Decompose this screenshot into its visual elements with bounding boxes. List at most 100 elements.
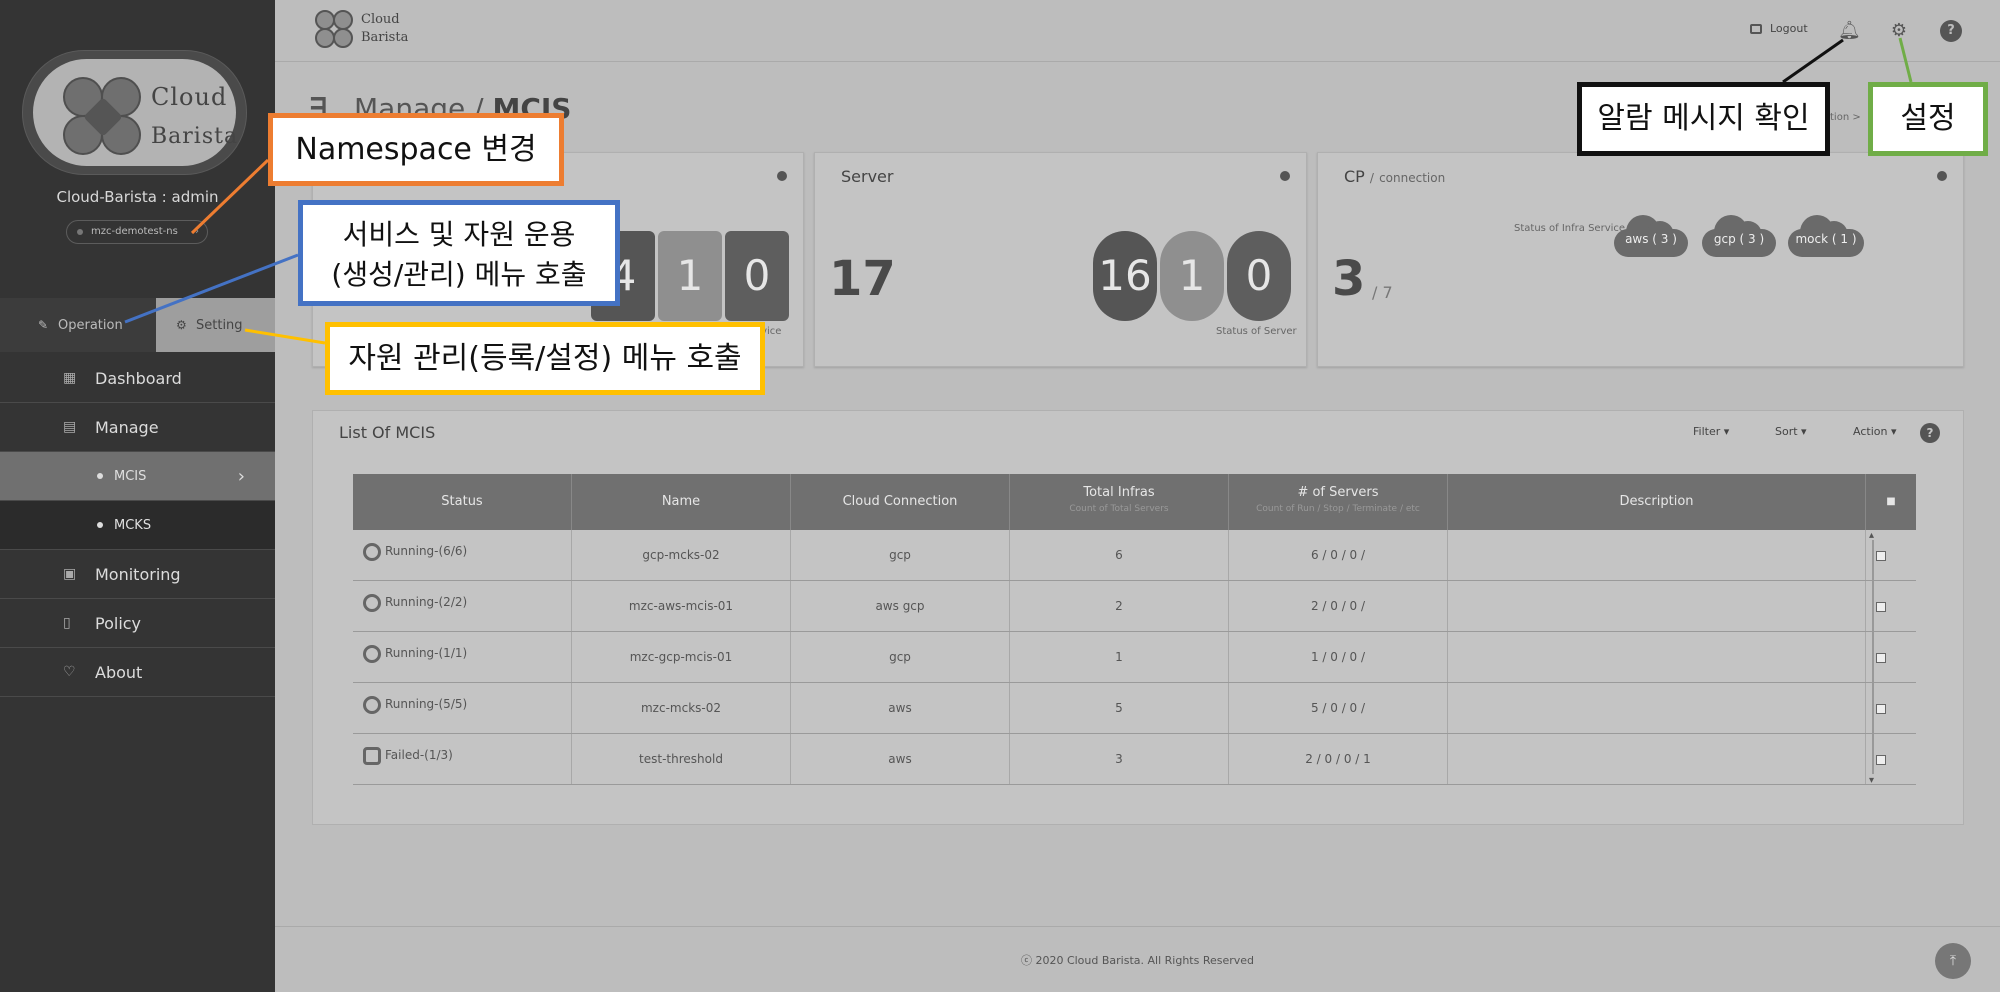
document-icon: ▯ [63,615,71,631]
scroll-track[interactable] [1872,540,1874,774]
infras-cell: 6 [1010,530,1229,580]
header-logo-line1: Cloud [361,12,400,27]
table-row[interactable]: Running-(2/2) mzc-aws-mcis-01 aws gcp 2 … [353,581,1916,632]
select-all-checkbox[interactable]: ■ [1866,474,1916,530]
status-cell: Running-(1/1) [353,632,572,682]
table-row[interactable]: Running-(6/6) gcp-mcks-02 gcp 6 6 / 0 / … [353,530,1916,581]
bullet-icon [97,473,103,479]
status-cell: Running-(2/2) [353,581,572,631]
cloud-cell: aws [791,683,1010,733]
sidebar-item-dashboard[interactable]: ▦ Dashboard [0,354,275,403]
logo-text-line2: Barista [151,124,239,149]
tab-setting[interactable]: ⚙ Setting [156,298,275,352]
status-cell: Running-(5/5) [353,683,572,733]
scroll-top-button[interactable]: ⤒ [1935,943,1971,979]
logo-badge: Cloud Barista [33,59,239,166]
header-logo-line2: Barista [361,30,409,45]
sidebar-item-manage[interactable]: ▤ Manage [0,403,275,452]
table-row[interactable]: Running-(1/1) mzc-gcp-mcis-01 gcp 1 1 / … [353,632,1916,683]
server-terminated-count: 0 [1227,231,1291,321]
col-total-infras-label: Total Infras [1083,485,1155,500]
servers-cell: 6 / 0 / 0 / [1229,530,1448,580]
bell-icon[interactable]: 🔔︎ [1838,20,1861,42]
namespace-value: mzc-demotest-ns [91,226,178,237]
namespace-dot-icon [77,229,83,235]
user-label: Cloud-Barista : admin [56,188,219,206]
servers-cell: 1 / 0 / 0 / [1229,632,1448,682]
description-cell [1448,734,1866,784]
table-row[interactable]: Failed-(1/3) test-threshold aws 3 2 / 0 … [353,734,1916,785]
annotation-operation-line1: 서비스 및 자원 운용 [342,218,576,251]
annotation-alarm: 알람 메시지 확인 [1577,82,1830,156]
action-dropdown[interactable]: Action ▾ [1853,425,1896,438]
sidebar-item-label: About [95,663,143,682]
edit-icon: ✎ [38,318,49,332]
cloud-aws-badge[interactable]: aws ( 3 ) [1614,215,1688,257]
mode-tabs: ✎ Operation ⚙ Setting [0,298,275,352]
cloud-badge-label: gcp ( 3 ) [1713,232,1765,246]
status-text: Failed-(1/3) [385,748,453,762]
heart-icon: ♡ [63,664,76,680]
col-total-infras[interactable]: Total Infras Count of Total Servers [1010,474,1229,530]
name-cell: mzc-mcks-02 [572,683,791,733]
server-status-caption: Status of Server [1216,326,1297,337]
col-description[interactable]: Description [1448,474,1866,530]
sidebar-subitem-mcks[interactable]: MCKS [0,501,275,550]
header-logo[interactable]: Cloud Barista [315,10,415,50]
tab-operation-label: Operation [58,318,123,333]
mcis-terminated-count: 0 [725,231,789,321]
logout-label: Logout [1770,22,1808,35]
infras-cell: 3 [1010,734,1229,784]
col-status[interactable]: Status [353,474,572,530]
sidebar-item-policy[interactable]: ▯ Policy [0,599,275,648]
tab-setting-label: Setting [196,318,243,333]
infras-cell: 5 [1010,683,1229,733]
status-text: Running-(5/5) [385,697,468,711]
infras-cell: 1 [1010,632,1229,682]
cloud-badge-label: aws ( 3 ) [1625,232,1677,246]
server-card-title: Server [841,167,894,186]
tab-operation[interactable]: ✎ Operation [0,298,156,352]
failed-status-icon [363,746,381,765]
sidebar-subitem-mcis[interactable]: MCIS › [0,452,275,501]
sidebar-subitem-label: MCKS [114,518,152,533]
sidebar-menu: ▦ Dashboard ▤ Manage MCIS › MCKS ▣ Monitori… [0,354,275,697]
sidebar-logo[interactable]: Cloud Barista [22,50,247,175]
gear-icon[interactable]: ⚙ [1888,20,1910,42]
namespace-select[interactable]: mzc-demotest-ns › [66,220,208,244]
cloud-mock-badge[interactable]: mock ( 1 ) [1788,215,1864,257]
sidebar-item-monitoring[interactable]: ▣ Monitoring [0,550,275,599]
server-total: 17 [829,251,896,307]
breadcrumb[interactable]: tion > [1830,112,1861,123]
col-name[interactable]: Name [572,474,791,530]
cp-total-of: / 7 [1372,283,1393,302]
running-status-icon [363,695,381,714]
col-cloud-connection[interactable]: Cloud Connection [791,474,1010,530]
annotation-operation-line2: (생성/관리) 메뉴 호출 [331,258,587,291]
name-cell: test-threshold [572,734,791,784]
filter-dropdown[interactable]: Filter ▾ [1693,425,1729,438]
servers-cell: 2 / 0 / 0 / 1 [1229,734,1448,784]
help-icon[interactable]: ? [1940,20,1962,42]
running-status-icon [363,542,381,561]
sort-dropdown[interactable]: Sort ▾ [1775,425,1807,438]
cloud-gcp-badge[interactable]: gcp ( 3 ) [1702,215,1776,257]
help-icon[interactable]: ? [1920,423,1940,443]
col-num-servers[interactable]: # of Servers Count of Run / Stop / Termi… [1229,474,1448,530]
col-num-servers-label: # of Servers [1297,485,1379,500]
mcis-list-panel: List Of MCIS Filter ▾ Sort ▾ Action ▾ ? … [312,410,1964,825]
sidebar-item-about[interactable]: ♡ About [0,648,275,697]
table-scrollbar[interactable]: ▴ ▾ [1869,530,1879,786]
table-header: Status Name Cloud Connection Total Infra… [353,474,1916,530]
table-body: Running-(6/6) gcp-mcks-02 gcp 6 6 / 0 / … [353,530,1916,785]
status-cell: Failed-(1/3) [353,734,572,784]
cp-card-title-text: CP [1344,167,1365,186]
table-row[interactable]: Running-(5/5) mzc-mcks-02 aws 5 5 / 0 / … [353,683,1916,734]
cloud-barista-logo-icon [63,77,143,157]
scroll-down-icon[interactable]: ▾ [1869,775,1874,786]
annotation-settings: 설정 [1868,82,1988,156]
logout-button[interactable]: Logout [1750,22,1808,35]
sidebar-item-label: Policy [95,614,142,633]
status-text: Running-(2/2) [385,595,468,609]
clipboard-icon: ▤ [63,419,77,435]
